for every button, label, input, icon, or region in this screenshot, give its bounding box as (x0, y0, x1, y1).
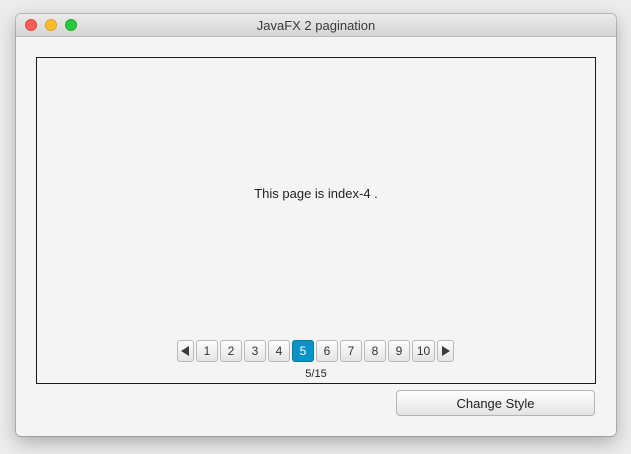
page-button-6[interactable]: 6 (316, 340, 338, 362)
page-content-label: This page is index-4 . (254, 186, 378, 201)
page-button-4[interactable]: 4 (268, 340, 290, 362)
triangle-right-icon (442, 346, 450, 356)
page-button-10[interactable]: 10 (412, 340, 435, 362)
page-button-5-current[interactable]: 5 (292, 340, 314, 362)
page-button-9[interactable]: 9 (388, 340, 410, 362)
triangle-left-icon (181, 346, 189, 356)
page-button-3[interactable]: 3 (244, 340, 266, 362)
app-window: JavaFX 2 pagination This page is index-4… (16, 14, 616, 436)
window-title: JavaFX 2 pagination (256, 18, 376, 33)
change-style-button[interactable]: Change Style (396, 390, 595, 416)
page-button-8[interactable]: 8 (364, 340, 386, 362)
page-button-7[interactable]: 7 (340, 340, 362, 362)
next-page-button[interactable] (437, 340, 454, 362)
minimize-window-button[interactable] (45, 19, 57, 31)
page-info-label: 5/15 (305, 368, 327, 380)
pagination-controls: 1 2 3 4 5 6 7 8 9 10 (177, 340, 454, 362)
close-window-button[interactable] (25, 19, 37, 31)
page-button-2[interactable]: 2 (220, 340, 242, 362)
title-bar[interactable]: JavaFX 2 pagination (16, 14, 616, 37)
pagination-content: This page is index-4 . 1 2 3 4 5 6 7 8 9… (36, 57, 596, 384)
page-button-1[interactable]: 1 (196, 340, 218, 362)
zoom-window-button[interactable] (65, 19, 77, 31)
previous-page-button[interactable] (177, 340, 194, 362)
